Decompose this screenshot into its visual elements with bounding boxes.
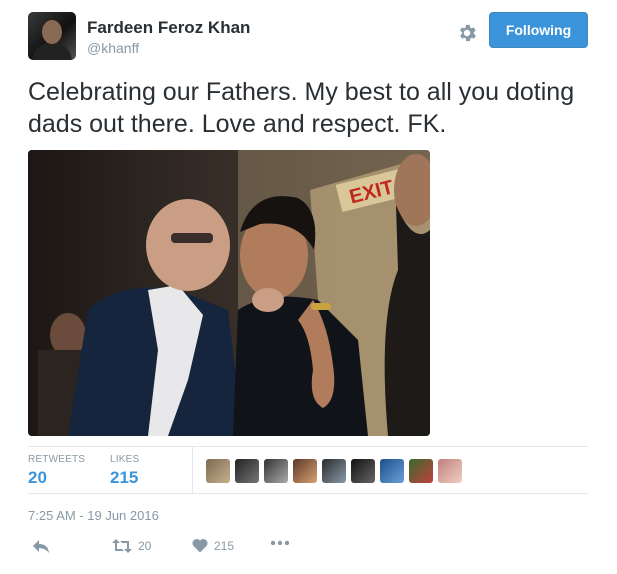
retweet-count: 20 (138, 539, 152, 553)
avatar-shoulder (32, 42, 72, 60)
reply-icon (33, 540, 49, 553)
retweet-icon (112, 539, 132, 553)
like-count: 215 (214, 538, 235, 553)
liker-avatar[interactable] (206, 459, 230, 483)
more-button[interactable] (270, 540, 290, 546)
retweets-count[interactable]: 20 (28, 468, 85, 488)
liker-avatar[interactable] (235, 459, 259, 483)
retweets-label: RETWEETS (28, 454, 86, 465)
author-avatar[interactable] (28, 12, 76, 60)
author-name[interactable]: Fardeen Feroz Khan (87, 18, 250, 38)
likes-stat[interactable]: LIKES 215 (110, 454, 139, 488)
following-button[interactable]: Following (489, 12, 588, 48)
liker-avatar[interactable] (438, 459, 462, 483)
more-icon (270, 540, 290, 546)
gear-icon[interactable] (456, 22, 478, 44)
retweet-button[interactable]: 20 (112, 538, 151, 554)
reply-button[interactable] (32, 538, 50, 554)
stats-separator (192, 447, 193, 493)
heart-icon (192, 538, 208, 553)
tweet-photo[interactable]: EXIT (28, 150, 430, 436)
liker-avatar[interactable] (293, 459, 317, 483)
tweet-text: Celebrating our Fathers. My best to all … (28, 78, 575, 138)
avatar-face (42, 20, 62, 44)
tweet-actions: 20 215 (28, 538, 328, 560)
photo-illustration: EXIT (28, 150, 430, 436)
likes-count[interactable]: 215 (110, 468, 139, 488)
retweets-stat[interactable]: RETWEETS 20 (28, 454, 85, 488)
liker-avatar[interactable] (322, 459, 346, 483)
likes-label: LIKES (110, 454, 140, 465)
author-handle[interactable]: @khanff (87, 40, 139, 56)
liker-avatar[interactable] (264, 459, 288, 483)
liker-avatar[interactable] (380, 459, 404, 483)
likers-avatars (206, 459, 462, 483)
stats-divider-bottom (28, 493, 588, 494)
tweet-header: Fardeen Feroz Khan @khanff Following (28, 12, 588, 62)
tweet-timestamp[interactable]: 7:25 AM - 19 Jun 2016 (28, 508, 159, 523)
stats-divider-top (28, 446, 588, 447)
like-button[interactable]: 215 (192, 538, 234, 553)
liker-avatar[interactable] (351, 459, 375, 483)
liker-avatar[interactable] (409, 459, 433, 483)
